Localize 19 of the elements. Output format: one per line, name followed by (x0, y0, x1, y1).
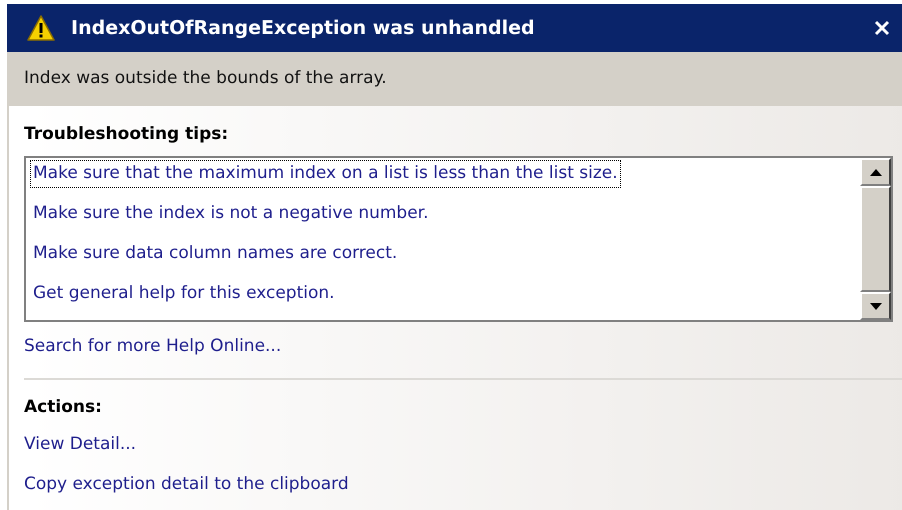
tip-link[interactable]: Make sure the index is not a negative number. (30, 200, 432, 228)
section-heading: Troubleshooting tips: (24, 124, 228, 144)
close-icon[interactable] (874, 20, 890, 36)
tip-link[interactable]: Make sure data column names are correct. (30, 240, 400, 268)
action-link[interactable]: View Detail... (24, 434, 136, 454)
error-message: Index was outside the bounds of the array. (24, 67, 387, 90)
scroll-thumb[interactable] (860, 186, 891, 292)
action-link[interactable]: Copy exception detail to the clipboard (24, 474, 349, 494)
down-arrow-icon (870, 302, 882, 310)
tip-link[interactable]: Get general help for this exception. (30, 280, 338, 308)
scroll-up-button[interactable] (860, 158, 891, 186)
up-arrow-icon (870, 168, 882, 176)
section-heading: Actions: (24, 397, 102, 417)
scrollbar[interactable] (860, 158, 891, 320)
warning-icon (27, 15, 55, 41)
tip-link[interactable]: Make sure that the maximum index on a list is less than the list size. (30, 160, 621, 188)
window-title: IndexOutOfRangeException was unhandled (71, 16, 536, 41)
help-link[interactable]: Search for more Help Online... (24, 336, 282, 356)
scroll-down-button[interactable] (860, 292, 891, 320)
